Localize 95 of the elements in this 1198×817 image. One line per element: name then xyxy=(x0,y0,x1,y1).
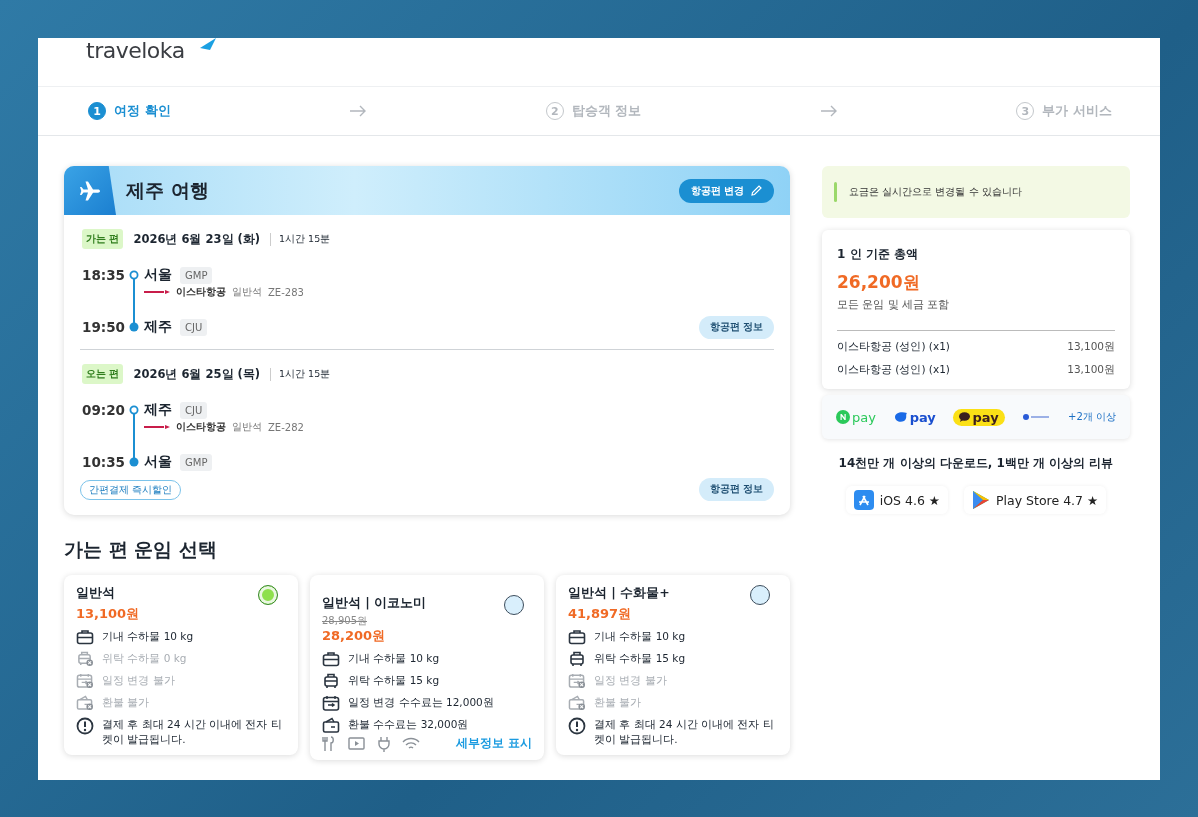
play-triangle-icon xyxy=(972,490,991,510)
fare-price: 41,897원 xyxy=(568,605,633,623)
fare-item-amount: 13,100원 xyxy=(1067,363,1115,377)
price-note: 모든 운임 및 세금 포함 xyxy=(837,298,1115,331)
app-rating-button[interactable]: Play Store 4.7 ★ xyxy=(964,486,1107,514)
flight-date: 2026년 6월 25일 (목) xyxy=(133,366,261,382)
price-notice: 요금은 실시간으로 변경될 수 있습니다 xyxy=(849,185,1022,199)
arrival-time: 10:35 xyxy=(82,454,124,470)
section-heading: 가는 편 운임 선택 xyxy=(64,537,218,562)
kakao-pay-badge: pay xyxy=(953,408,1005,426)
flight-number: ZE-283 xyxy=(268,286,304,298)
radio-button[interactable] xyxy=(750,585,770,605)
feature-text: 기내 수하물 10 kg xyxy=(594,629,686,644)
plug-icon xyxy=(376,735,392,752)
feature-text: 일정 변경 수수료는 12,000원 xyxy=(348,695,494,710)
fare-price: 28,200원 xyxy=(322,627,387,645)
fare-price: 13,100원 xyxy=(76,605,141,623)
direction-tag: 오는 편 xyxy=(82,364,124,384)
payment-logo-text: pay xyxy=(909,409,936,425)
feature-text: 위탁 수하물 15 kg xyxy=(594,651,686,666)
screen-icon xyxy=(348,735,366,752)
cabin-class: 일반석 xyxy=(232,420,262,434)
fare-item-label: 이스타항공 (성인) (x1) xyxy=(837,363,950,377)
radio-button[interactable] xyxy=(504,595,524,615)
change-flight-button[interactable]: 항공편 변경 xyxy=(678,178,774,203)
step-tab[interactable]: 1 여정 확인 xyxy=(88,102,171,120)
fare-item-label: 이스타항공 (성인) (x1) xyxy=(837,340,950,354)
city-name: 제주 xyxy=(144,401,172,419)
cabin-class: 일반석 xyxy=(232,285,262,299)
city-name: 서울 xyxy=(144,453,172,471)
feature-text: 위탁 수하물 0 kg xyxy=(102,651,187,666)
airline-logo-icon xyxy=(144,424,170,430)
flight-info-button[interactable]: 항공편 정보 xyxy=(698,478,774,501)
airport-code: CJU xyxy=(180,401,208,419)
feature-text: 기내 수하물 10 kg xyxy=(102,629,194,644)
departure-time: 09:20 xyxy=(82,402,124,418)
airplane-icon xyxy=(79,179,101,202)
feature-text: 환불 불가 xyxy=(102,695,150,710)
step-tab[interactable]: 3 부가 서비스 xyxy=(1016,102,1112,120)
total-label: 1 인 기준 총액 xyxy=(837,246,919,263)
arrow-right-icon xyxy=(349,105,368,117)
airline-name: 이스타항공 xyxy=(176,285,226,299)
airline-name: 이스타항공 xyxy=(176,420,226,434)
details-link[interactable]: 세부정보 표시 xyxy=(455,735,532,752)
city-name: 서울 xyxy=(144,266,172,284)
step-number: 1 xyxy=(88,102,106,120)
flight-date: 2026년 6월 23일 (화) xyxy=(133,231,261,247)
flight-info-button[interactable]: 항공편 정보 xyxy=(698,315,774,339)
flight-duration: 1시간 15분 xyxy=(270,232,331,246)
fare-item-amount: 13,100원 xyxy=(1067,340,1115,354)
direction-tag: 가는 편 xyxy=(82,229,124,249)
feature-text: 위탁 수하물 15 kg xyxy=(348,673,440,688)
fare-name: 일반석 | 이코노미 xyxy=(322,595,427,612)
app-store-icon xyxy=(853,490,874,510)
feature-text: 기내 수하물 10 kg xyxy=(348,651,440,666)
feature-text: 환불 수수료는 32,000원 xyxy=(348,717,469,732)
download-stats: 14천만 개 이상의 다운로드, 1백만 개 이상의 리뷰 xyxy=(837,455,1115,472)
arrow-right-icon xyxy=(819,105,838,117)
airport-code: CJU xyxy=(180,318,208,336)
speech-bubble-icon xyxy=(959,412,971,422)
trip-title: 제주 여행 xyxy=(126,177,210,203)
feature-text: 환불 불가 xyxy=(594,695,642,710)
step-label: 탑승객 정보 xyxy=(571,102,642,120)
more-payments: +2개 이상 xyxy=(1068,410,1116,424)
airport-code: GMP xyxy=(180,453,213,471)
feature-text: 일정 변경 불가 xyxy=(102,673,175,688)
flight-number: ZE-282 xyxy=(268,421,304,433)
departure-time: 18:35 xyxy=(82,267,124,283)
step-label: 부가 서비스 xyxy=(1042,102,1112,120)
route-line-icon xyxy=(129,405,139,467)
city-name: 제주 xyxy=(144,318,172,336)
card-company-logo-icon xyxy=(1022,413,1051,421)
original-price: 28,905원 xyxy=(322,615,368,627)
payment-logo-text: pay xyxy=(852,409,876,425)
airport-code: GMP xyxy=(180,266,213,284)
n-logo-icon xyxy=(836,410,850,424)
route-line-icon xyxy=(129,270,139,332)
radio-button[interactable] xyxy=(258,585,278,605)
notice-accent-bar xyxy=(834,182,837,202)
step-tab[interactable]: 2 탑승객 정보 xyxy=(545,102,642,120)
bird-icon xyxy=(200,38,216,50)
logo: traveloka xyxy=(86,38,185,64)
feature-text: 결제 후 최대 24 시간 이내에 전자 티켓이 발급됩니다. xyxy=(594,717,775,747)
app-rating-button[interactable]: iOS 4.6 ★ xyxy=(845,486,949,514)
fare-name: 일반석 | 수화물+ xyxy=(568,585,670,602)
droplet-logo-icon xyxy=(893,411,908,423)
pencil-icon xyxy=(750,184,762,197)
fare-name: 일반석 xyxy=(76,585,115,602)
total-price: 26,200원 xyxy=(837,271,921,294)
airline-logo-icon xyxy=(144,289,170,295)
step-label: 여정 확인 xyxy=(114,102,171,120)
arrival-time: 19:50 xyxy=(82,319,124,335)
flight-duration: 1시간 15분 xyxy=(270,367,331,381)
feature-text: 일정 변경 불가 xyxy=(594,673,667,688)
feature-text: 결제 후 최대 24 시간 이내에 전자 티켓이 발급됩니다. xyxy=(102,717,283,747)
